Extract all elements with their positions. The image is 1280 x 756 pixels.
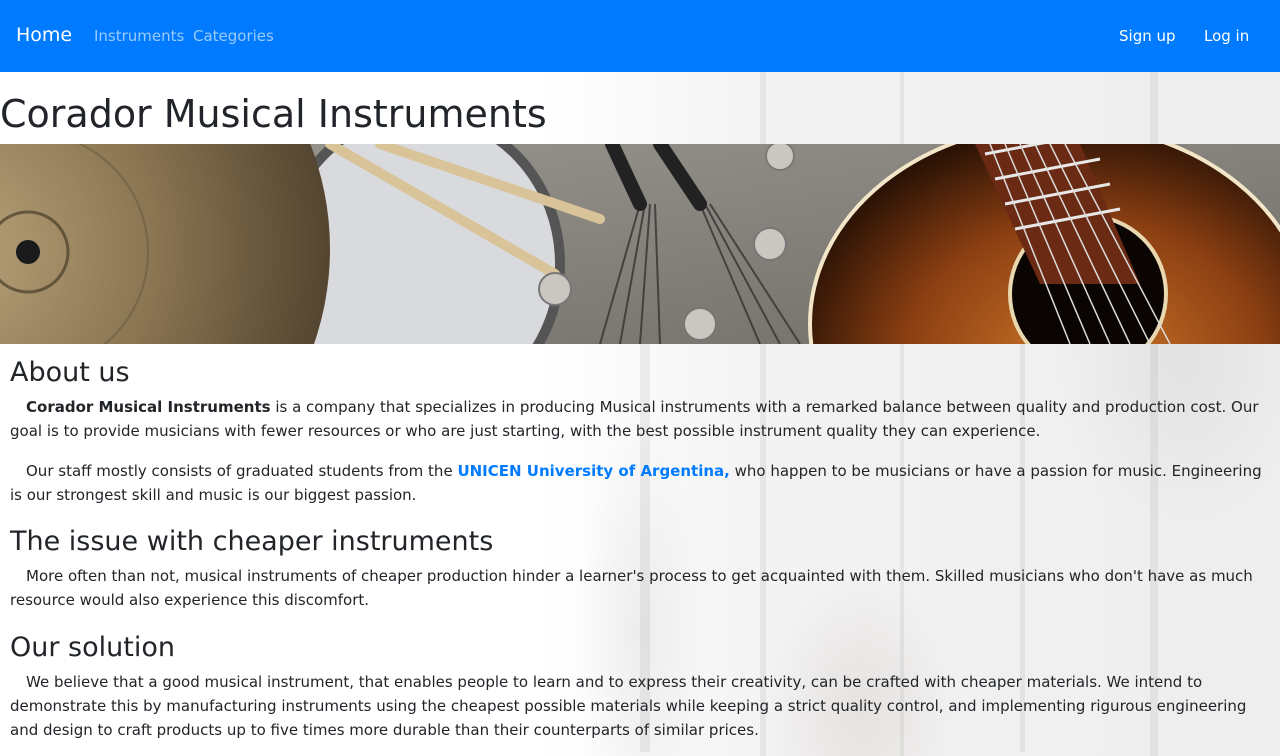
nav-instruments-link[interactable]: Instruments xyxy=(94,27,184,45)
about-heading: About us xyxy=(10,357,130,388)
about-section: About us Corador Musical Instruments is … xyxy=(10,356,1270,507)
solution-section: Our solution We believe that a good musi… xyxy=(10,631,1270,742)
navbar: Home Instruments Categories Sign up Log … xyxy=(0,0,1280,72)
about-paragraph-2: Our staff mostly consists of graduated s… xyxy=(10,459,1270,507)
solution-paragraph: We believe that a good musical instrumen… xyxy=(10,673,1247,739)
nav-home-link[interactable]: Home xyxy=(16,24,72,46)
unicen-university-link[interactable]: UNICEN University of Argentina, xyxy=(457,462,729,480)
issue-section: The issue with cheaper instruments More … xyxy=(10,525,1270,612)
issue-heading: The issue with cheaper instruments xyxy=(10,526,494,557)
about-paragraph-1: Corador Musical Instruments is a company… xyxy=(10,395,1270,443)
instruments-banner-illustration xyxy=(0,144,1280,344)
issue-paragraph: More often than not, musical instruments… xyxy=(10,567,1253,609)
company-name: Corador Musical Instruments xyxy=(26,398,271,416)
banner-image xyxy=(0,144,1280,344)
solution-heading: Our solution xyxy=(10,632,175,663)
page-title: Corador Musical Instruments xyxy=(0,92,547,136)
about-paragraph-2-text-before: Our staff mostly consists of graduated s… xyxy=(26,462,458,480)
nav-categories-link[interactable]: Categories xyxy=(193,27,274,45)
nav-signup-link[interactable]: Sign up xyxy=(1119,27,1176,45)
nav-login-link[interactable]: Log in xyxy=(1204,27,1249,45)
